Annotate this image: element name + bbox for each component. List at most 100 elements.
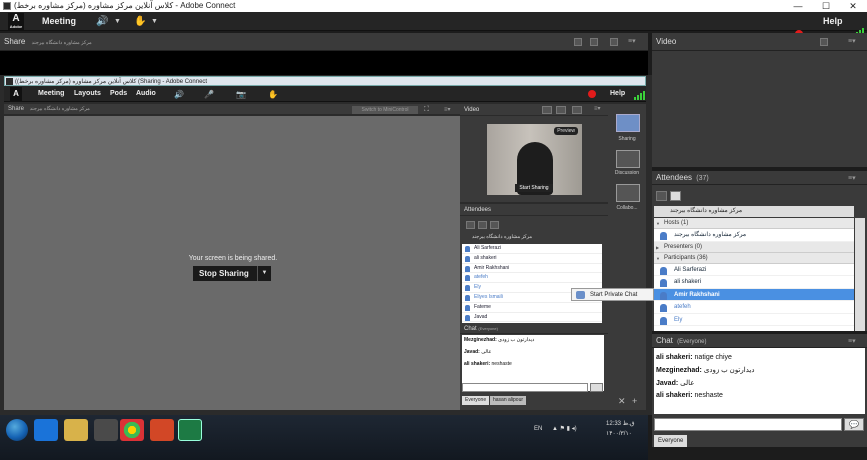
speaker-icon[interactable]: 🔊 bbox=[96, 16, 110, 27]
attendees-list[interactable]: Hosts (1) مرکز مشاوره دانشگاه بیرجند Pre… bbox=[654, 218, 854, 331]
inner-video-filmstrip-icon[interactable] bbox=[542, 106, 552, 114]
layout-sharing-label[interactable]: Sharing bbox=[608, 136, 646, 142]
close-button[interactable]: ✕ bbox=[839, 0, 867, 12]
inner-chat-tab-everyone[interactable]: Everyone bbox=[462, 396, 490, 405]
inner-chat-input[interactable] bbox=[462, 383, 588, 392]
inner-record-icon[interactable] bbox=[588, 90, 596, 98]
attendees-title: Attendees bbox=[656, 173, 693, 182]
inner-share-fullscreen-icon[interactable]: ⛶ bbox=[424, 104, 429, 115]
maximize-button[interactable]: ☐ bbox=[812, 0, 840, 12]
pod-menu-icon[interactable]: ≡▾ bbox=[628, 37, 636, 45]
chat-menu-icon[interactable]: ≡▾ bbox=[848, 337, 856, 345]
menu-help[interactable]: Help bbox=[823, 12, 843, 31]
share-area-top bbox=[0, 51, 648, 75]
chat-input[interactable] bbox=[654, 418, 842, 431]
menu-meeting[interactable]: Meeting bbox=[42, 12, 76, 31]
inner-window-title-bar: (کلاس آنلاین مرکز مشاوره (مرکز مشاوره بر… bbox=[4, 76, 646, 86]
inner-video-menu-icon[interactable]: ≡▾ bbox=[594, 105, 601, 112]
inner-attendees-status-icon[interactable] bbox=[490, 221, 499, 229]
list-item[interactable]: Fateme bbox=[462, 303, 602, 313]
participant-row[interactable]: atefeh bbox=[654, 301, 854, 314]
inner-attendees-pod: Attendees مرکز مشاوره دانشگاه بیرجند Ali… bbox=[460, 204, 608, 324]
inner-webcam-icon[interactable]: 📷 bbox=[236, 89, 250, 100]
video-pod-menu-icon[interactable]: ≡▾ bbox=[848, 37, 856, 45]
window-title: (کلاس آنلاین مرکز مشاوره (مرکز مشاوره بر… bbox=[14, 1, 236, 10]
inner-attendees-room: مرکز مشاوره دانشگاه بیرجند bbox=[472, 234, 533, 240]
video-pod-title: Video bbox=[656, 37, 677, 46]
layout-add-icon[interactable]: + bbox=[632, 396, 637, 406]
hosts-group[interactable]: Hosts (1) bbox=[654, 218, 854, 229]
start-button[interactable] bbox=[6, 419, 28, 441]
participant-row[interactable]: Ely bbox=[654, 314, 854, 326]
list-item[interactable]: ali shakeri bbox=[462, 254, 602, 264]
layout-discussion-thumb[interactable] bbox=[616, 150, 640, 168]
layout-collab-label[interactable]: Collabo... bbox=[608, 205, 646, 211]
start-sharing-button[interactable]: Start Sharing bbox=[515, 184, 553, 192]
layout-settings-icon[interactable]: ✕ bbox=[618, 396, 626, 407]
inner-menu-meeting[interactable]: Meeting bbox=[38, 86, 64, 102]
attendees-scrollbar[interactable] bbox=[855, 218, 865, 331]
webcam-preview: Preview Start Sharing bbox=[487, 124, 582, 195]
internet-explorer-icon[interactable] bbox=[34, 419, 58, 441]
inner-chat-tab-private[interactable]: hasan alipour bbox=[490, 396, 527, 405]
inner-menu-pods[interactable]: Pods bbox=[110, 86, 127, 102]
participant-row-selected[interactable]: Amir Rakhshani bbox=[654, 288, 854, 301]
participants-group[interactable]: Participants (36) bbox=[654, 252, 854, 264]
list-item[interactable]: Ali Sarferazi bbox=[462, 244, 602, 254]
inner-share-menu-icon[interactable]: ≡▾ bbox=[444, 105, 451, 116]
speaker-dropdown-icon[interactable]: ▼ bbox=[114, 16, 121, 27]
inner-attendees-list-icon[interactable] bbox=[466, 221, 475, 229]
share-pod: Share مرکز مشاوره دانشگاه بیرجند ≡▾ bbox=[0, 33, 648, 51]
layout-discussion-label[interactable]: Discussion bbox=[608, 170, 646, 176]
clock-time[interactable]: 12:33 ق.ظ bbox=[606, 420, 635, 428]
layout-collab-thumb[interactable] bbox=[616, 184, 640, 202]
fit-screen-icon[interactable] bbox=[590, 38, 598, 46]
fit-width-icon[interactable] bbox=[574, 38, 582, 46]
inner-menu-layouts[interactable]: Layouts bbox=[74, 86, 101, 102]
attendees-menu-icon[interactable]: ≡▾ bbox=[848, 174, 856, 182]
inner-chat-send-icon[interactable] bbox=[590, 383, 603, 392]
inner-attendees-list[interactable]: Ali Sarferazi ali shakeri Amir Rakhshani… bbox=[462, 244, 602, 324]
raise-hand-icon[interactable]: ✋ bbox=[134, 16, 148, 27]
host-row[interactable]: مرکز مشاوره دانشگاه بیرجند bbox=[654, 229, 854, 242]
inner-menu-audio[interactable]: Audio bbox=[136, 86, 156, 102]
chat-send-icon[interactable]: 💬 bbox=[844, 418, 864, 431]
participant-row[interactable]: Ali Sarferazi bbox=[654, 264, 854, 276]
chrome-icon[interactable] bbox=[120, 419, 144, 441]
switch-minicontrol-button[interactable]: Switch to MiniControl bbox=[352, 106, 418, 114]
list-item[interactable]: Amir Rakhshani bbox=[462, 264, 602, 274]
chat-message: ali shakeri: neshaste bbox=[464, 361, 512, 367]
inner-speaker-icon[interactable]: 🔊 bbox=[174, 89, 188, 100]
participant-row[interactable]: ali shakeri bbox=[654, 276, 854, 289]
video-fullscreen-icon[interactable] bbox=[820, 38, 828, 46]
inner-share-subtitle: مرکز مشاوره دانشگاه بیرجند bbox=[29, 106, 90, 112]
list-item[interactable]: Javad bbox=[462, 313, 602, 323]
clock-date[interactable]: ۱۴۰۰/۳/۱۰ bbox=[606, 430, 632, 438]
inner-menu-help[interactable]: Help bbox=[610, 86, 625, 102]
inner-video-fullscreen-icon[interactable] bbox=[572, 106, 582, 114]
stop-sharing-button[interactable]: Stop Sharing ▼ bbox=[193, 266, 271, 281]
list-item[interactable]: atefeh bbox=[462, 273, 602, 284]
inner-raise-hand-icon[interactable]: ✋ bbox=[268, 89, 282, 100]
powerpoint-icon[interactable] bbox=[150, 419, 174, 441]
inner-video-grid-icon[interactable] bbox=[556, 106, 566, 114]
language-indicator[interactable]: EN bbox=[534, 425, 542, 433]
fullscreen-icon[interactable] bbox=[610, 38, 618, 46]
attendees-list-view-icon[interactable] bbox=[656, 191, 667, 201]
file-explorer-icon[interactable] bbox=[64, 419, 88, 441]
layout-sharing-thumb[interactable] bbox=[616, 114, 640, 132]
tray-icons[interactable]: ▲ ⚑ ▮ ◂) bbox=[552, 425, 577, 433]
status-dropdown-icon[interactable]: ▼ bbox=[151, 16, 158, 27]
start-private-chat-menu-item[interactable]: Start Private Chat bbox=[571, 288, 654, 301]
inner-attendees-breakout-icon[interactable] bbox=[478, 221, 487, 229]
presenters-group[interactable]: Presenters (0) bbox=[654, 241, 854, 253]
chat-message: Javad: عالی bbox=[656, 380, 695, 387]
inner-mic-icon[interactable]: 🎤 bbox=[204, 89, 218, 100]
stop-sharing-dropdown[interactable]: ▼ bbox=[257, 266, 271, 281]
attendees-status-view-icon[interactable] bbox=[670, 191, 681, 201]
minimize-button[interactable]: — bbox=[784, 0, 812, 12]
video-pod: Video ≡▾ bbox=[652, 33, 867, 167]
media-player-icon[interactable] bbox=[94, 419, 118, 441]
adobe-connect-taskbar-icon[interactable] bbox=[178, 419, 202, 441]
chat-tab-everyone[interactable]: Everyone bbox=[654, 435, 688, 447]
